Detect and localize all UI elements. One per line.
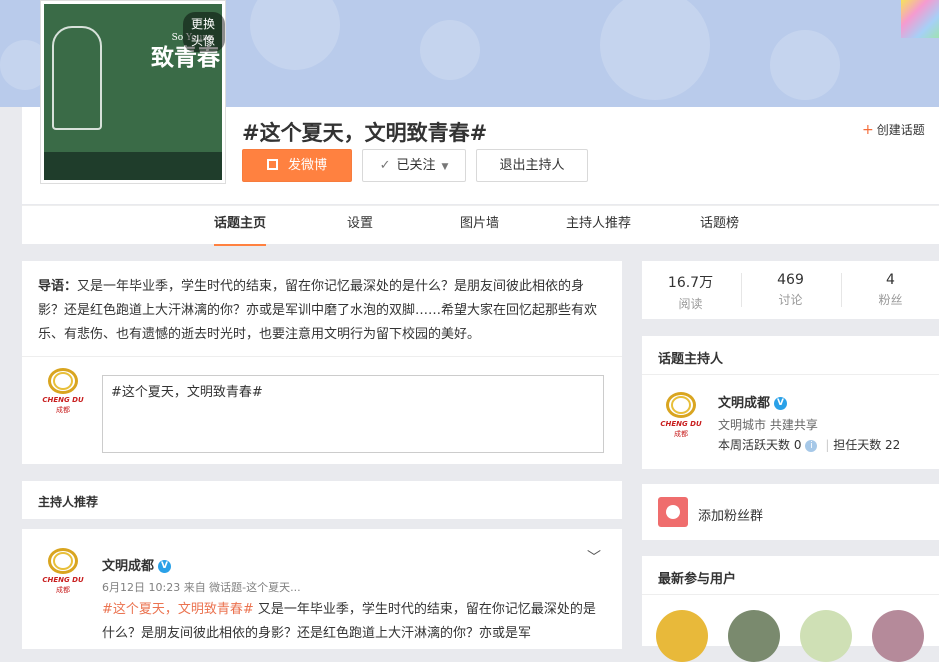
user-avatar[interactable] [656, 610, 708, 662]
chengdu-logo-avatar[interactable]: CHENG DU 成都 [40, 368, 86, 414]
banner-decoration [770, 30, 840, 100]
quit-host-button[interactable]: 退出主持人 [476, 149, 588, 182]
post-weibo-button[interactable]: 发微博 [242, 149, 352, 182]
post-topic-tag[interactable]: #这个夏天，文明致青春# [102, 602, 254, 617]
compose-input[interactable] [109, 382, 593, 399]
post-author-avatar[interactable]: CHENG DU 成都 [40, 548, 86, 594]
topic-intro: 导语：又是一年毕业季，学生时代的结束，留在你记忆最深处的是什么？是朋友间彼此相依… [38, 275, 606, 347]
stat-reads-value: 16.7万 [667, 275, 714, 291]
user-avatar[interactable] [728, 610, 780, 662]
banner-decoration [420, 20, 480, 80]
user-avatar[interactable] [800, 610, 852, 662]
verified-icon: V [158, 560, 172, 573]
stat-fans[interactable]: 4 粉丝 [842, 272, 939, 308]
intro-label: 导语： [38, 279, 78, 294]
followed-button[interactable]: ✓ 已关注 ▼ [362, 149, 466, 182]
divider [642, 594, 939, 595]
page-title: #这个夏天，文明致青春# [242, 121, 488, 145]
logo-text-cn: 成都 [56, 586, 70, 594]
stat-discussions[interactable]: 469 讨论 [742, 272, 839, 308]
tab-host-recommend[interactable]: 主持人推荐 [566, 206, 631, 244]
logo-text-cn: 成都 [674, 430, 688, 438]
logo-ring-inner [53, 372, 73, 390]
fans-group-icon [658, 497, 688, 527]
host-recommend-header: 主持人推荐 [22, 481, 622, 519]
add-fans-group-link[interactable]: 添加粉丝群 [698, 505, 763, 524]
caret-down-icon: ▼ [441, 162, 449, 172]
host-recommend-title: 主持人推荐 [38, 495, 99, 509]
topic-nav: 话题主页 设置 图片墙 主持人推荐 话题榜 [22, 205, 939, 246]
change-avatar-button[interactable]: 更换头像 [183, 12, 225, 52]
host-description: 文明城市 共建共享 [718, 418, 818, 432]
edit-icon [266, 159, 278, 170]
create-topic-label: 创建话题 [876, 123, 925, 137]
create-topic-link[interactable]: + 创建话题 [862, 121, 925, 138]
logo-ring-inner [671, 396, 691, 414]
stat-discussions-label: 讨论 [778, 293, 803, 307]
banner-decoration [250, 0, 340, 70]
tab-topic-home[interactable]: 话题主页 [214, 206, 267, 246]
logo-text-en: CHENG DU [42, 576, 84, 584]
skin-corner-icon[interactable] [901, 0, 939, 38]
divider [22, 356, 622, 357]
tab-topic-rank[interactable]: 话题榜 [700, 206, 739, 244]
chalk-drawing [52, 26, 102, 130]
info-icon[interactable]: i [805, 439, 818, 452]
post-author: 文明成都 V [102, 555, 172, 574]
tab-settings[interactable]: 设置 [347, 206, 373, 244]
chalkboard-ledge [44, 152, 222, 180]
host-stats: 本周活跃天数 0i | 担任天数 22 [718, 436, 900, 453]
divider [642, 374, 939, 375]
stat-fans-value: 4 [886, 272, 895, 288]
served-days-label: 担任天数 [833, 438, 882, 452]
host-avatar[interactable]: CHENG DU 成都 [658, 392, 704, 438]
verified-icon: V [774, 397, 788, 410]
stat-reads[interactable]: 16.7万 阅读 [642, 272, 739, 312]
post-author-name[interactable]: 文明成都 [102, 559, 154, 574]
served-days-value: 22 [885, 438, 901, 452]
logo-text-en: CHENG DU [660, 420, 702, 428]
logo-ring-inner [53, 552, 73, 570]
plus-icon: + [862, 122, 874, 138]
banner-decoration [600, 0, 710, 100]
intro-text: 又是一年毕业季，学生时代的结束，留在你记忆最深处的是什么？是朋友间彼此相依的身影… [38, 279, 598, 342]
followed-label: 已关注 [396, 158, 436, 173]
logo-text-en: CHENG DU [42, 396, 84, 404]
stat-discussions-value: 469 [777, 272, 804, 288]
tab-photo-wall[interactable]: 图片墙 [460, 206, 499, 244]
host-name-label[interactable]: 文明成都 [718, 396, 770, 411]
topic-avatar[interactable]: So Young 致青春 更换头像 [40, 0, 226, 184]
stat-reads-label: 阅读 [678, 297, 703, 311]
logo-text-cn: 成都 [56, 406, 70, 414]
stat-fans-label: 粉丝 [878, 293, 903, 307]
user-avatar[interactable] [872, 610, 924, 662]
active-days-value: 0 [793, 438, 802, 452]
latest-users-title: 最新参与用户 [658, 572, 737, 587]
post-meta[interactable]: 6月12日 10:23 来自 微话题-这个夏天... [102, 579, 301, 595]
check-icon: ✓ [379, 158, 391, 173]
post-text: #这个夏天，文明致青春# 又是一年毕业季，学生时代的结束，留在你记忆最深处的是什… [102, 598, 604, 646]
compose-box[interactable] [102, 375, 604, 453]
topic-host-title: 话题主持人 [658, 352, 724, 367]
separator: | [825, 438, 830, 452]
post-weibo-label: 发微博 [287, 158, 327, 173]
chevron-down-icon[interactable]: ﹀ [587, 547, 601, 567]
active-days-label: 本周活跃天数 [718, 438, 791, 452]
host-name: 文明成都 V [718, 392, 788, 411]
